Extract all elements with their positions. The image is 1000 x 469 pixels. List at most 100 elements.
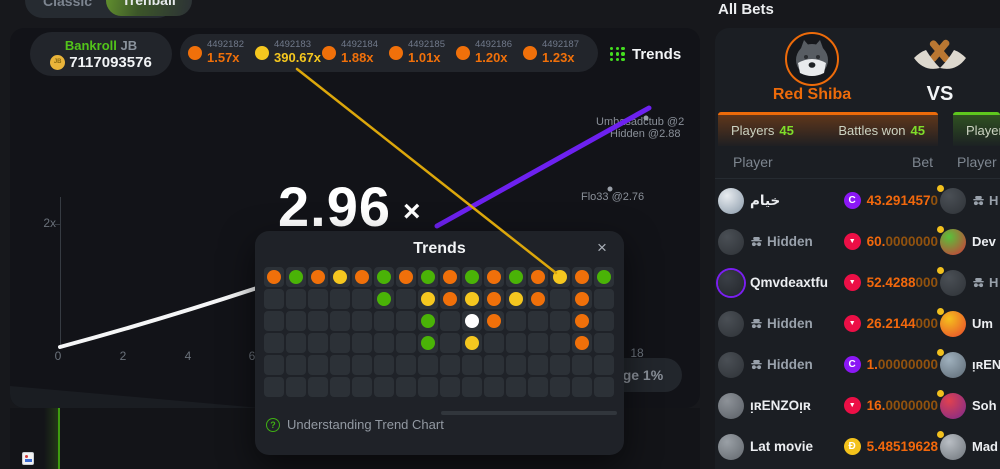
close-icon[interactable]: × [592,238,612,258]
result-item[interactable]: 44921841.88x [322,40,389,66]
question-circle-icon: ? [266,418,280,432]
team-tab-red-shiba[interactable]: Players45 Battles won45 [718,112,938,146]
trend-cell [418,377,438,397]
crossed-swords-icon [910,36,970,84]
trend-dot-orange [531,292,545,306]
player-name-text: Qmvdeaxtfu [750,275,828,290]
player-name: Soh [972,398,1000,413]
trend-dot-green [421,270,435,284]
trend-cell [484,267,504,287]
trend-dot-yellow [333,270,347,284]
coin-trx-icon: ▼ [844,274,861,291]
understanding-trend-link[interactable]: ? Understanding Trend Chart [266,417,444,432]
trend-dot-yellow [465,336,479,350]
tab-trenball[interactable]: Trenball [106,0,192,16]
avatar [940,188,966,214]
result-item[interactable]: 44921821.57x [188,40,255,66]
bet-amount: 52.4288000 [867,275,938,290]
trend-cell [396,333,416,353]
bet-status-dot [937,390,944,397]
result-item[interactable]: 44921851.01x [389,40,456,66]
trend-dot-orange [575,270,589,284]
trend-cell [440,333,460,353]
trend-cell [440,377,460,397]
horizontal-scrollbar[interactable] [441,411,617,415]
trend-dot-orange [531,270,545,284]
trend-cell [374,333,394,353]
bet-amount-dim: 000 [915,316,938,331]
trend-cell [308,267,328,287]
result-item[interactable]: 44921861.20x [456,40,523,66]
trend-cell [396,377,416,397]
bet-row: Mad [940,426,1000,467]
trend-dot-orange [575,292,589,306]
trend-cell [550,311,570,331]
understanding-trend-text: Understanding Trend Chart [287,417,444,432]
result-item[interactable]: 4492183390.67x [255,40,322,66]
all-bets-title: All Bets [718,1,774,18]
trend-dot-green [421,314,435,328]
player-name: Dev [972,234,1000,249]
result-multiplier: 1.23x [542,51,579,66]
trend-cell [286,267,306,287]
coin-jb-icon: C [844,192,861,209]
trend-cell [286,355,306,375]
trend-cell [396,355,416,375]
player-name: Hidden [750,357,838,372]
trend-cell [462,377,482,397]
player-name-text: Mad [972,439,998,454]
tab-classic[interactable]: Classic [25,0,106,9]
bankroll-balance-row: JB 7117093576 [50,54,152,71]
team-red-shiba-name[interactable]: Red Shiba [755,86,869,104]
coin-trx-icon: ▼ [844,233,861,250]
trend-cell [330,333,350,353]
avatar [718,352,744,378]
trend-cell [330,289,350,309]
player-name-text: خيام [750,193,780,209]
trend-cell [374,377,394,397]
bet-status-dot [937,226,944,233]
trend-dot-orange [575,314,589,328]
trends-button[interactable]: Trends [610,40,698,68]
red-shiba-logo [785,32,839,86]
column-header-player2: Player [957,154,997,170]
result-dot-yellow [255,46,269,60]
trend-cell [506,377,526,397]
jb-coin-icon: JB [50,55,65,70]
bet-amount-bright: 1. [867,357,878,372]
trend-cell [572,355,592,375]
player-name-text: H [989,193,998,208]
team-tab-right[interactable]: Players4 [953,112,1000,146]
bet-status-dot [937,267,944,274]
trend-cell [462,267,482,287]
green-glow [44,408,58,469]
trend-dot-green [289,270,303,284]
incognito-icon [750,358,763,371]
coin-trx-icon: ▼ [844,315,861,332]
trend-cell [396,267,416,287]
bet-rows-right: HDevHUmᴉʀENSohMad [940,180,1000,467]
player-name-text: H [989,275,998,290]
trend-cell [374,289,394,309]
vs-label: VS [915,83,965,106]
avatar [940,434,966,460]
player-name: Um [972,316,1000,331]
trend-cell [594,355,614,375]
trend-dot-yellow [465,292,479,306]
trx-glyph: ▼ [849,320,856,327]
trend-cell [550,267,570,287]
result-texts: 44921821.57x [207,40,244,66]
current-multiplier: 2.96 × [278,174,421,239]
trend-dot-green [377,270,391,284]
trend-cell [352,377,372,397]
all-bets-panel: Red Shiba VS Players45 Battles won45 Pla… [715,28,1000,469]
trends-button-label: Trends [632,46,681,63]
trend-cell [572,311,592,331]
trend-cell [440,311,460,331]
battles-won-count: 45 [911,123,925,138]
trend-cell [484,311,504,331]
result-item[interactable]: 44921871.23x [523,40,590,66]
y-axis-label: 2x [34,216,56,230]
players-label: Players [966,123,1000,138]
bet-amount-dim: 0000000 [885,234,938,249]
